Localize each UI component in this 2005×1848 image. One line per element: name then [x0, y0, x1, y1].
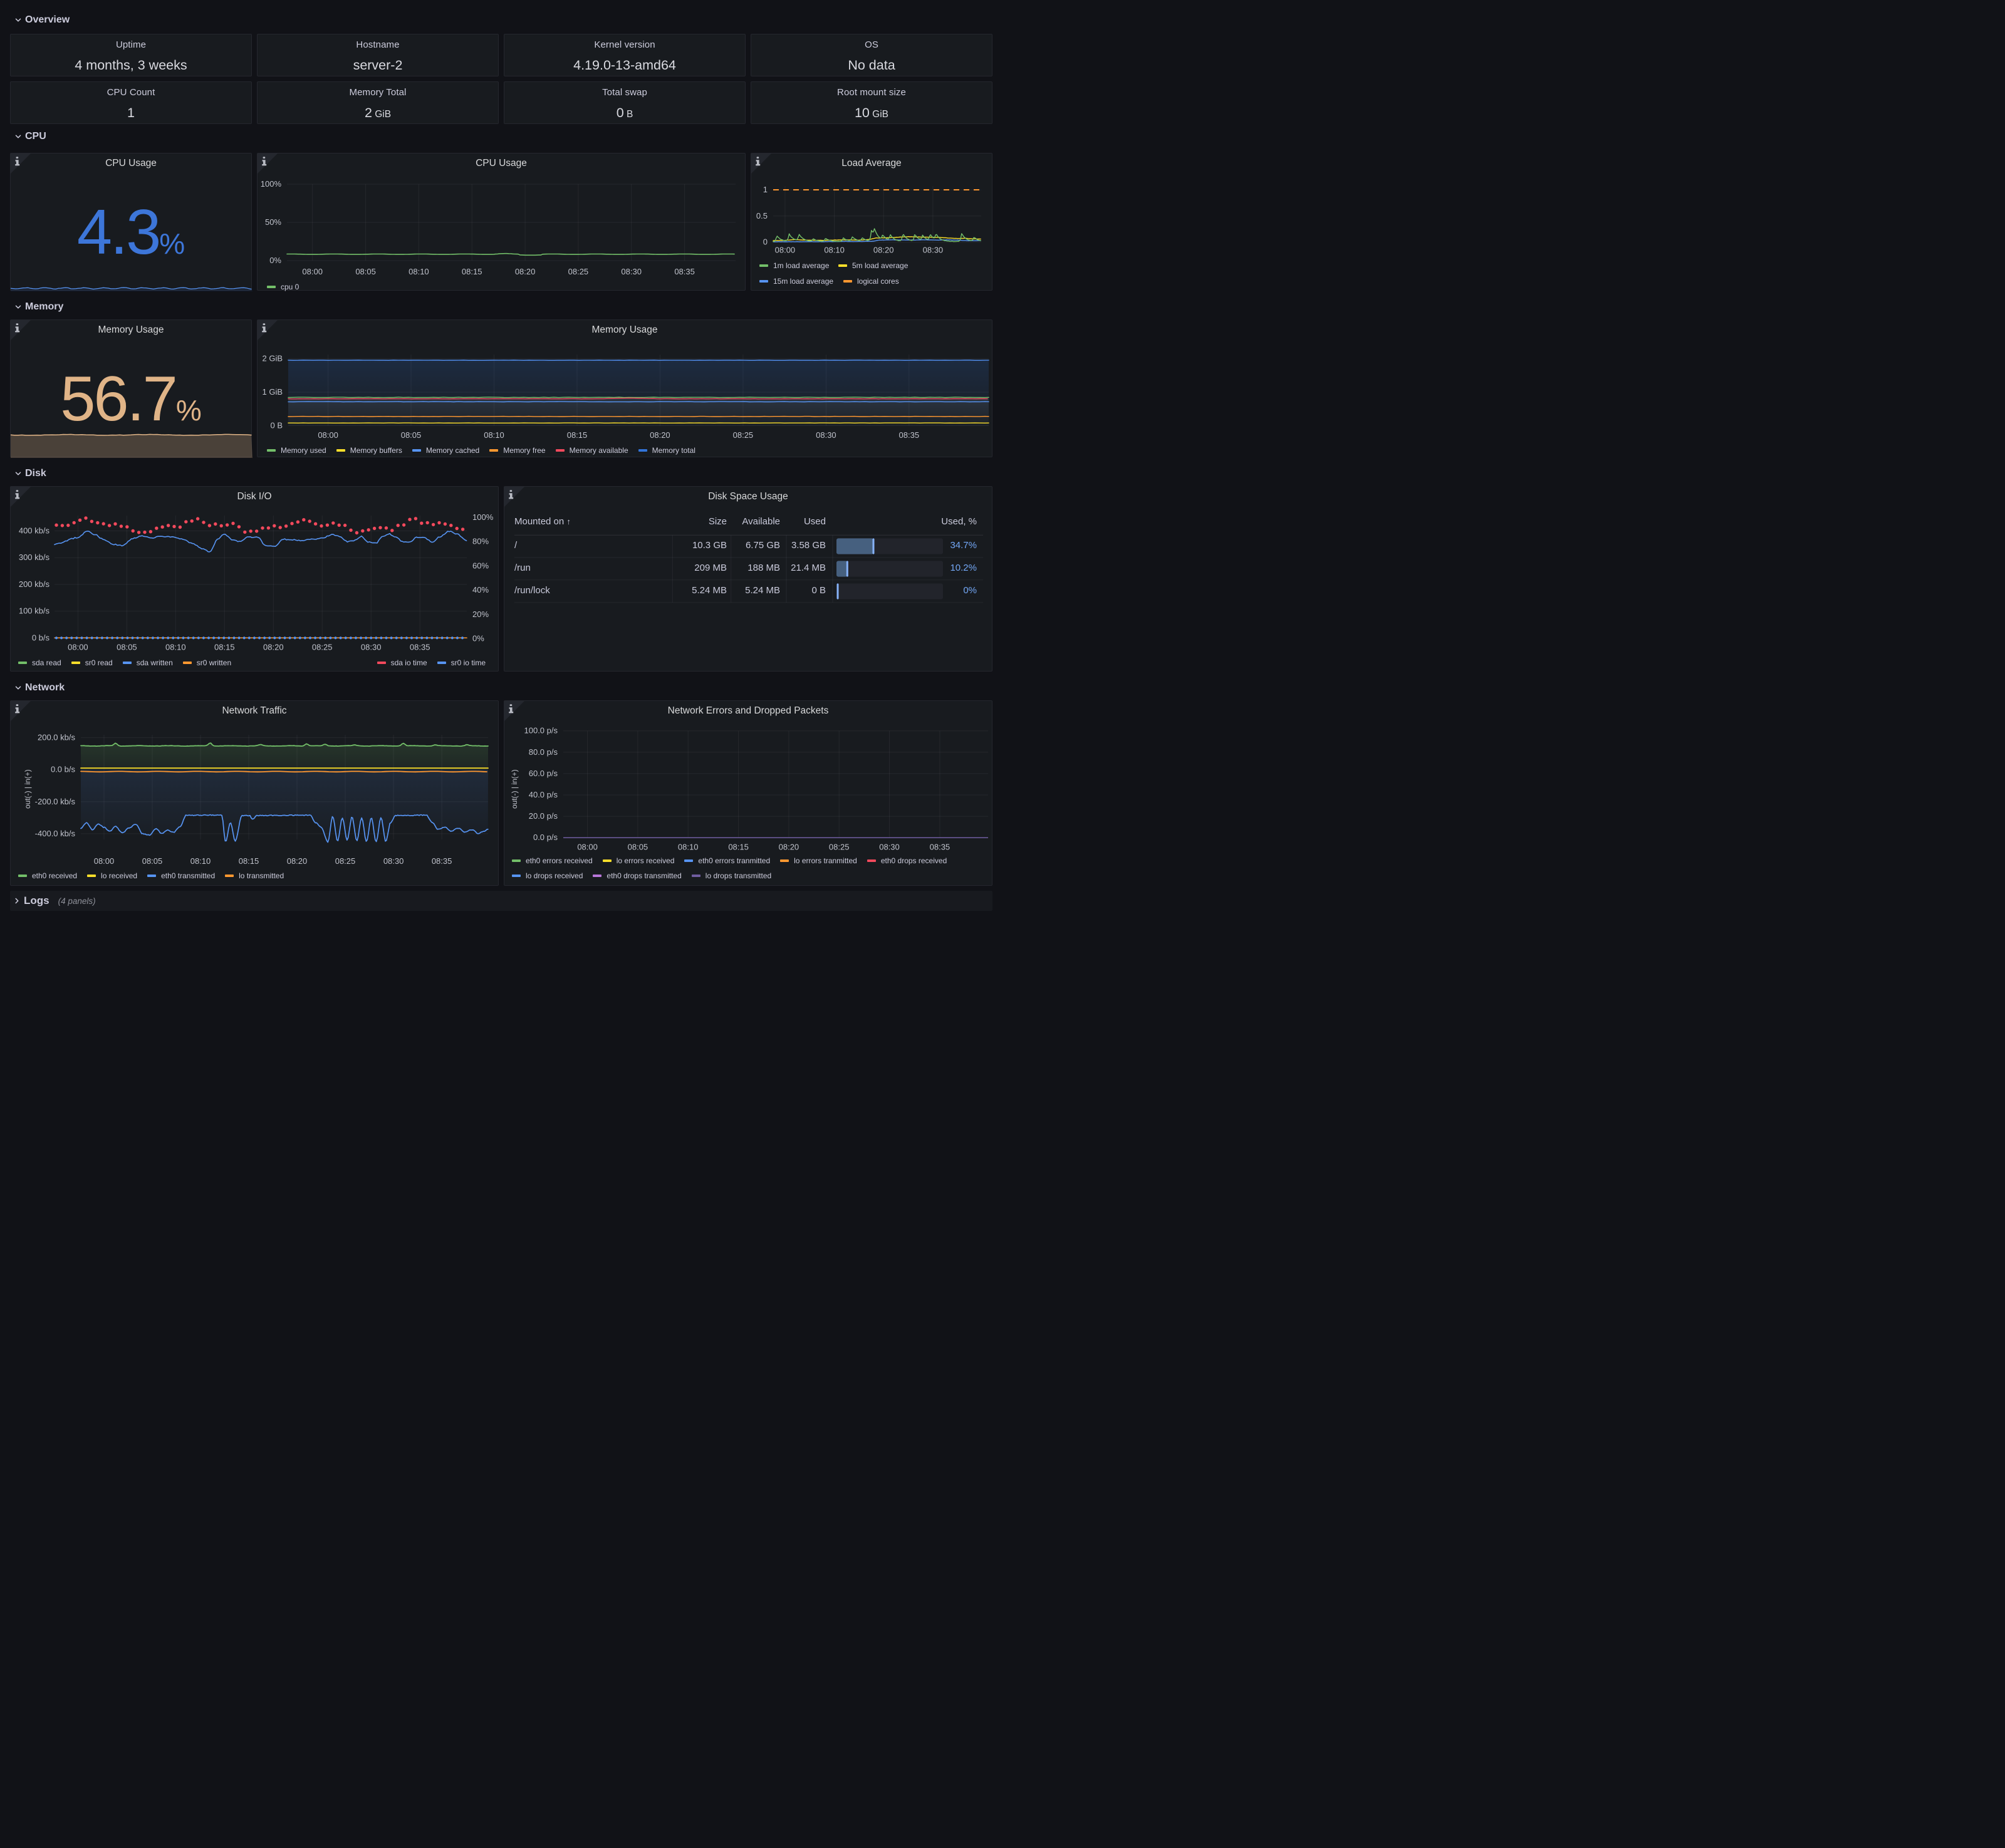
svg-text:200.0 kb/s: 200.0 kb/s	[38, 733, 75, 742]
svg-text:08:10: 08:10	[484, 430, 504, 440]
svg-text:08:05: 08:05	[401, 430, 422, 440]
svg-text:08:15: 08:15	[239, 856, 259, 866]
svg-text:0.0 b/s: 0.0 b/s	[51, 765, 76, 774]
svg-text:08:20: 08:20	[873, 246, 894, 255]
svg-text:08:30: 08:30	[816, 430, 836, 440]
svg-text:08:20: 08:20	[779, 842, 799, 851]
svg-text:08:00: 08:00	[318, 430, 338, 440]
svg-text:08:35: 08:35	[432, 856, 452, 866]
svg-text:100 kb/s: 100 kb/s	[19, 606, 50, 616]
svg-text:08:15: 08:15	[214, 643, 235, 652]
svg-text:08:35: 08:35	[899, 430, 920, 440]
svg-text:20%: 20%	[472, 610, 489, 619]
svg-text:0 b/s: 0 b/s	[32, 633, 50, 642]
svg-text:08:10: 08:10	[824, 246, 845, 255]
svg-text:08:05: 08:05	[628, 842, 648, 851]
svg-text:08:30: 08:30	[361, 643, 382, 652]
svg-text:0%: 0%	[472, 634, 484, 643]
svg-text:-400.0 kb/s: -400.0 kb/s	[35, 829, 76, 838]
svg-text:0%: 0%	[269, 256, 281, 265]
svg-text:08:30: 08:30	[621, 267, 642, 276]
svg-text:08:20: 08:20	[650, 430, 670, 440]
svg-text:08:00: 08:00	[577, 842, 598, 851]
svg-text:-200.0 kb/s: -200.0 kb/s	[35, 797, 76, 806]
svg-text:1: 1	[763, 185, 768, 194]
svg-text:08:05: 08:05	[355, 267, 376, 276]
svg-text:08:00: 08:00	[302, 267, 323, 276]
svg-text:08:15: 08:15	[462, 267, 482, 276]
svg-text:08:00: 08:00	[775, 246, 796, 255]
svg-text:100%: 100%	[261, 179, 282, 189]
svg-text:08:25: 08:25	[335, 856, 356, 866]
svg-text:08:20: 08:20	[515, 267, 536, 276]
svg-text:08:00: 08:00	[68, 643, 88, 652]
svg-text:400 kb/s: 400 kb/s	[19, 526, 50, 536]
svg-text:100%: 100%	[472, 512, 494, 522]
svg-text:08:25: 08:25	[829, 842, 850, 851]
svg-text:40%: 40%	[472, 585, 489, 594]
svg-text:200 kb/s: 200 kb/s	[19, 579, 50, 589]
svg-text:20.0 p/s: 20.0 p/s	[529, 811, 558, 821]
svg-text:08:10: 08:10	[190, 856, 211, 866]
svg-text:08:20: 08:20	[287, 856, 308, 866]
svg-text:100.0 p/s: 100.0 p/s	[524, 726, 558, 735]
svg-text:0 B: 0 B	[270, 421, 283, 430]
svg-text:08:10: 08:10	[409, 267, 429, 276]
svg-text:08:35: 08:35	[930, 842, 950, 851]
svg-text:2 GiB: 2 GiB	[262, 354, 283, 363]
svg-text:80.0 p/s: 80.0 p/s	[529, 747, 558, 757]
svg-text:80%: 80%	[472, 537, 489, 546]
svg-text:60%: 60%	[472, 561, 489, 570]
svg-text:08:05: 08:05	[117, 643, 137, 652]
svg-text:08:15: 08:15	[567, 430, 588, 440]
svg-text:08:35: 08:35	[410, 643, 430, 652]
svg-text:08:25: 08:25	[733, 430, 754, 440]
svg-text:08:30: 08:30	[923, 246, 944, 255]
svg-text:60.0 p/s: 60.0 p/s	[529, 769, 558, 778]
svg-text:40.0 p/s: 40.0 p/s	[529, 790, 558, 799]
svg-text:08:00: 08:00	[94, 856, 115, 866]
svg-text:08:25: 08:25	[568, 267, 589, 276]
svg-text:08:10: 08:10	[678, 842, 699, 851]
svg-text:0.0 p/s: 0.0 p/s	[533, 833, 558, 842]
svg-text:08:30: 08:30	[383, 856, 404, 866]
svg-text:0.5: 0.5	[756, 211, 768, 221]
svg-text:0: 0	[763, 237, 768, 247]
svg-text:08:30: 08:30	[879, 842, 900, 851]
svg-text:08:20: 08:20	[263, 643, 284, 652]
svg-text:08:05: 08:05	[142, 856, 163, 866]
svg-text:08:25: 08:25	[312, 643, 333, 652]
svg-text:1 GiB: 1 GiB	[262, 387, 283, 397]
svg-text:50%: 50%	[265, 217, 281, 227]
svg-text:08:15: 08:15	[728, 842, 749, 851]
svg-text:300 kb/s: 300 kb/s	[19, 553, 50, 562]
svg-text:08:35: 08:35	[674, 267, 695, 276]
svg-text:08:10: 08:10	[165, 643, 186, 652]
